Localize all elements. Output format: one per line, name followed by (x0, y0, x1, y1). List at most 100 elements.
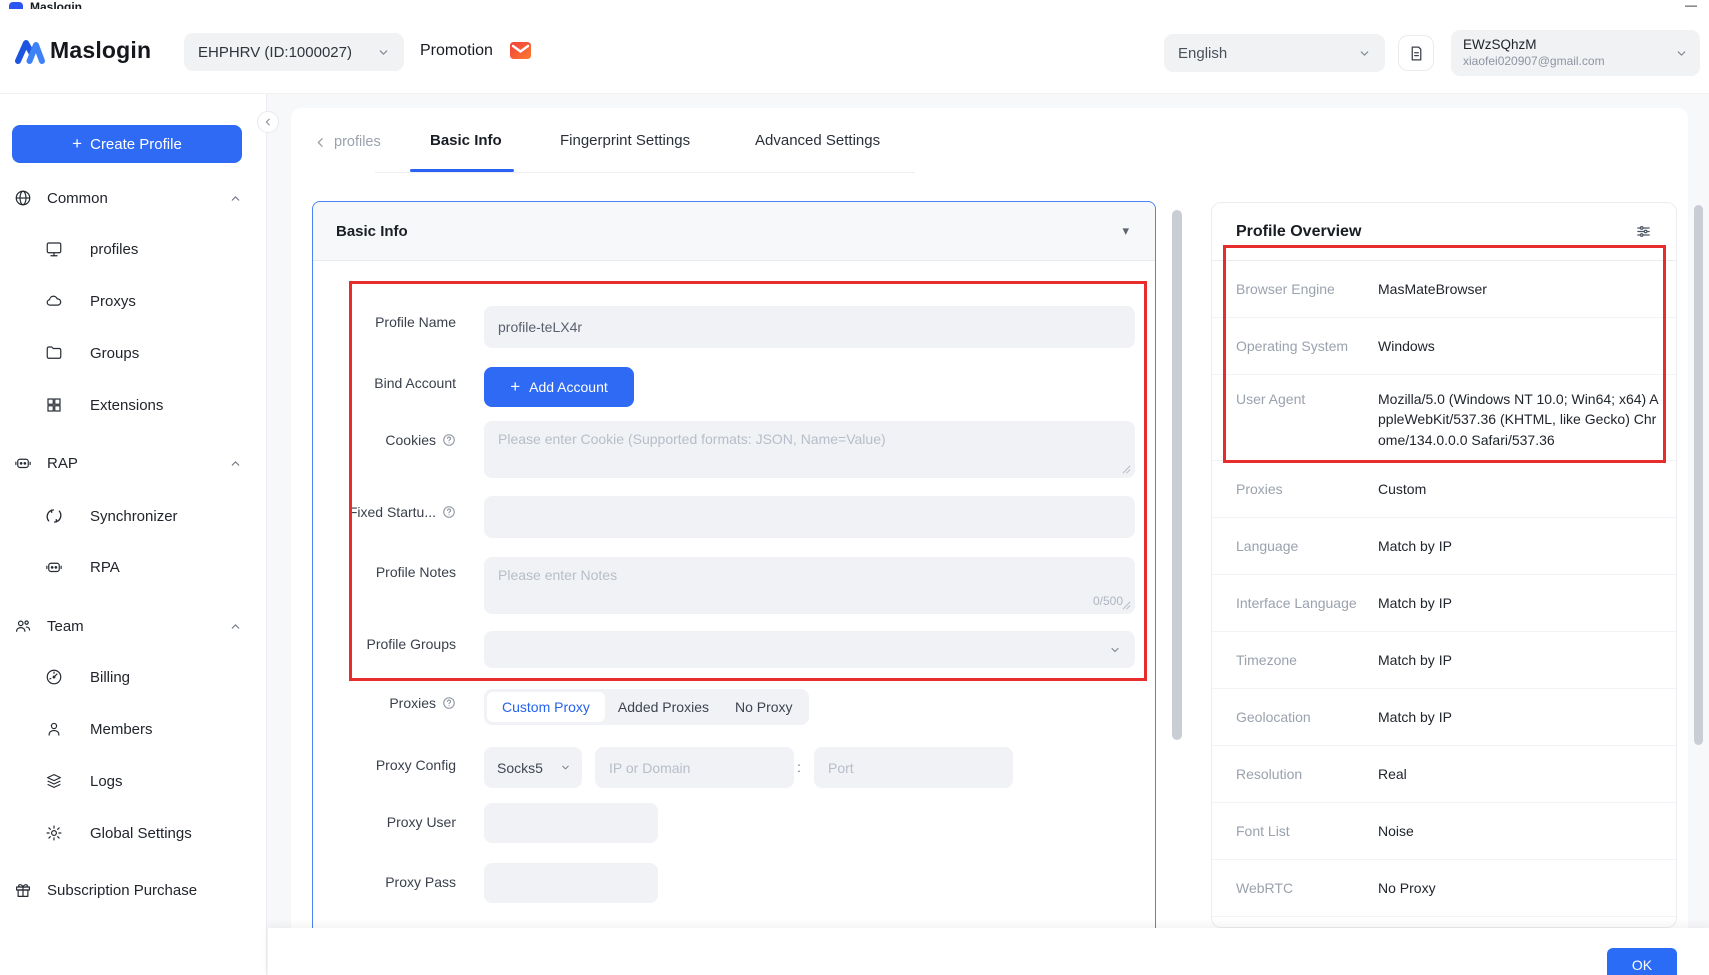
workspace-label: EHPHRV (ID:1000027) (198, 44, 352, 61)
sidebar-item-global-settings[interactable]: Global Settings (0, 818, 266, 848)
fixed-startup-input[interactable] (484, 496, 1135, 538)
form-scrollbar[interactable] (1172, 210, 1182, 740)
help-circle-icon[interactable] (442, 505, 456, 519)
sidebar-item-logs[interactable]: Logs (0, 766, 266, 796)
sidebar-item-billing[interactable]: Billing (0, 662, 266, 692)
billing-meter-icon (45, 668, 63, 686)
minimize-icon[interactable]: — (1685, 0, 1697, 9)
proxy-protocol-select[interactable]: Socks5 (484, 747, 582, 788)
proxy-pass-input[interactable] (484, 863, 658, 903)
chevron-down-icon (560, 762, 571, 773)
sidebar-section-team[interactable]: Team (0, 611, 266, 641)
sidebar-item-members[interactable]: Members (0, 714, 266, 744)
sidebar-section-rap[interactable]: RAP (0, 448, 266, 478)
back-label: profiles (334, 134, 381, 150)
tab-fingerprint-settings[interactable]: Fingerprint Settings (560, 132, 690, 149)
item-label: Billing (90, 669, 130, 686)
host-port-separator: : (797, 759, 801, 775)
sidebar-item-proxys[interactable]: Proxys (0, 286, 266, 316)
overview-settings-icon[interactable] (1635, 223, 1652, 240)
language-label: English (1178, 45, 1227, 62)
overview-row-language: Language Match by IP (1212, 518, 1676, 575)
create-profile-label: Create Profile (90, 136, 182, 153)
gear-icon (45, 824, 63, 842)
robot-icon (45, 558, 63, 576)
sidebar-item-extensions[interactable]: Extensions (0, 390, 266, 420)
profile-overview-header: Profile Overview (1212, 203, 1676, 261)
create-profile-button[interactable]: + Create Profile (12, 125, 242, 163)
language-selector[interactable]: English (1164, 34, 1385, 72)
proxies-label: Proxies (331, 695, 456, 711)
gift-icon (14, 881, 32, 899)
overview-row-proxies: Proxies Custom (1212, 461, 1676, 518)
page-scrollbar[interactable] (1694, 205, 1703, 745)
proxies-segmented-control: Custom Proxy Added Proxies No Proxy (484, 689, 809, 725)
overview-row-operating-system: Operating System Windows (1212, 318, 1676, 375)
proxy-option-added[interactable]: Added Proxies (605, 692, 722, 722)
help-circle-icon[interactable] (442, 433, 456, 447)
plus-icon: + (510, 377, 520, 397)
promotion-link[interactable]: Promotion (420, 42, 493, 60)
window-title: Maslogin (30, 0, 82, 9)
overview-row-timezone: Timezone Match by IP (1212, 632, 1676, 689)
add-account-button[interactable]: + Add Account (484, 367, 634, 407)
ok-button[interactable]: OK (1607, 948, 1677, 975)
chevron-up-icon (229, 620, 242, 633)
overview-row-geolocation: Geolocation Match by IP (1212, 689, 1676, 746)
user-account-menu[interactable]: EWzSQhzM xiaofei020907@gmail.com (1451, 30, 1700, 76)
back-to-profiles[interactable]: profiles (314, 134, 381, 150)
profile-notes-label: Profile Notes (331, 564, 456, 580)
cookies-textarea[interactable] (484, 421, 1135, 478)
sidebar-item-profiles[interactable]: profiles (0, 234, 266, 264)
promotion-envelope-icon[interactable] (510, 42, 531, 59)
sidebar-item-rpa[interactable]: RPA (0, 552, 266, 582)
proxy-host-input[interactable] (595, 747, 794, 788)
folder-icon (45, 344, 63, 362)
workspace-selector[interactable]: EHPHRV (ID:1000027) (184, 33, 404, 71)
globe-icon (14, 189, 32, 207)
tabs-divider (375, 172, 915, 173)
item-label: Synchronizer (90, 508, 178, 525)
item-label: Subscription Purchase (47, 882, 197, 899)
chevron-down-icon (1675, 47, 1688, 60)
proxy-option-none[interactable]: No Proxy (722, 692, 806, 722)
chevron-left-icon (263, 117, 273, 127)
proxy-port-input[interactable] (814, 747, 1013, 788)
team-icon (14, 617, 32, 635)
chevron-down-icon (1109, 644, 1121, 656)
item-label: Global Settings (90, 825, 192, 842)
profile-notes-textarea[interactable] (484, 557, 1135, 614)
proxy-option-custom[interactable]: Custom Proxy (487, 692, 605, 722)
notes-char-counter: 0/500 (1093, 594, 1123, 608)
chevron-down-icon (1358, 47, 1371, 60)
proxy-config-label: Proxy Config (331, 757, 456, 773)
section-label: Common (47, 190, 108, 207)
item-label: Members (90, 721, 153, 738)
sync-icon (45, 507, 63, 525)
profile-name-input[interactable] (484, 306, 1135, 348)
sidebar-item-groups[interactable]: Groups (0, 338, 266, 368)
help-circle-icon[interactable] (442, 696, 456, 710)
tab-basic-info[interactable]: Basic Info (430, 132, 502, 149)
notes-doc-button[interactable] (1398, 35, 1434, 71)
cookies-label: Cookies (331, 432, 456, 448)
sidebar-item-synchronizer[interactable]: Synchronizer (0, 501, 266, 531)
basic-info-card: Basic Info ▾ Profile Name Bind Account +… (312, 201, 1156, 938)
item-label: RPA (90, 559, 120, 576)
user-name: EWzSQhzM (1463, 37, 1605, 54)
sidebar-section-common[interactable]: Common (0, 183, 266, 213)
proxy-user-input[interactable] (484, 803, 658, 843)
grid-icon (45, 396, 63, 414)
chevron-down-icon (377, 46, 390, 59)
cloud-icon (45, 292, 63, 310)
maslogin-logo-icon (14, 36, 46, 66)
bind-account-label: Bind Account (331, 375, 456, 391)
profile-groups-select[interactable] (484, 631, 1135, 668)
sidebar-item-subscription-purchase[interactable]: Subscription Purchase (0, 875, 266, 905)
cookies-field (484, 421, 1135, 478)
tab-advanced-settings[interactable]: Advanced Settings (755, 132, 880, 149)
sidebar-collapse-button[interactable] (257, 111, 279, 133)
collapse-caret-icon[interactable]: ▾ (1122, 223, 1129, 239)
profile-overview-panel: Profile Overview Browser Engine MasMateB… (1211, 202, 1677, 928)
basic-info-card-header[interactable]: Basic Info ▾ (313, 202, 1155, 261)
